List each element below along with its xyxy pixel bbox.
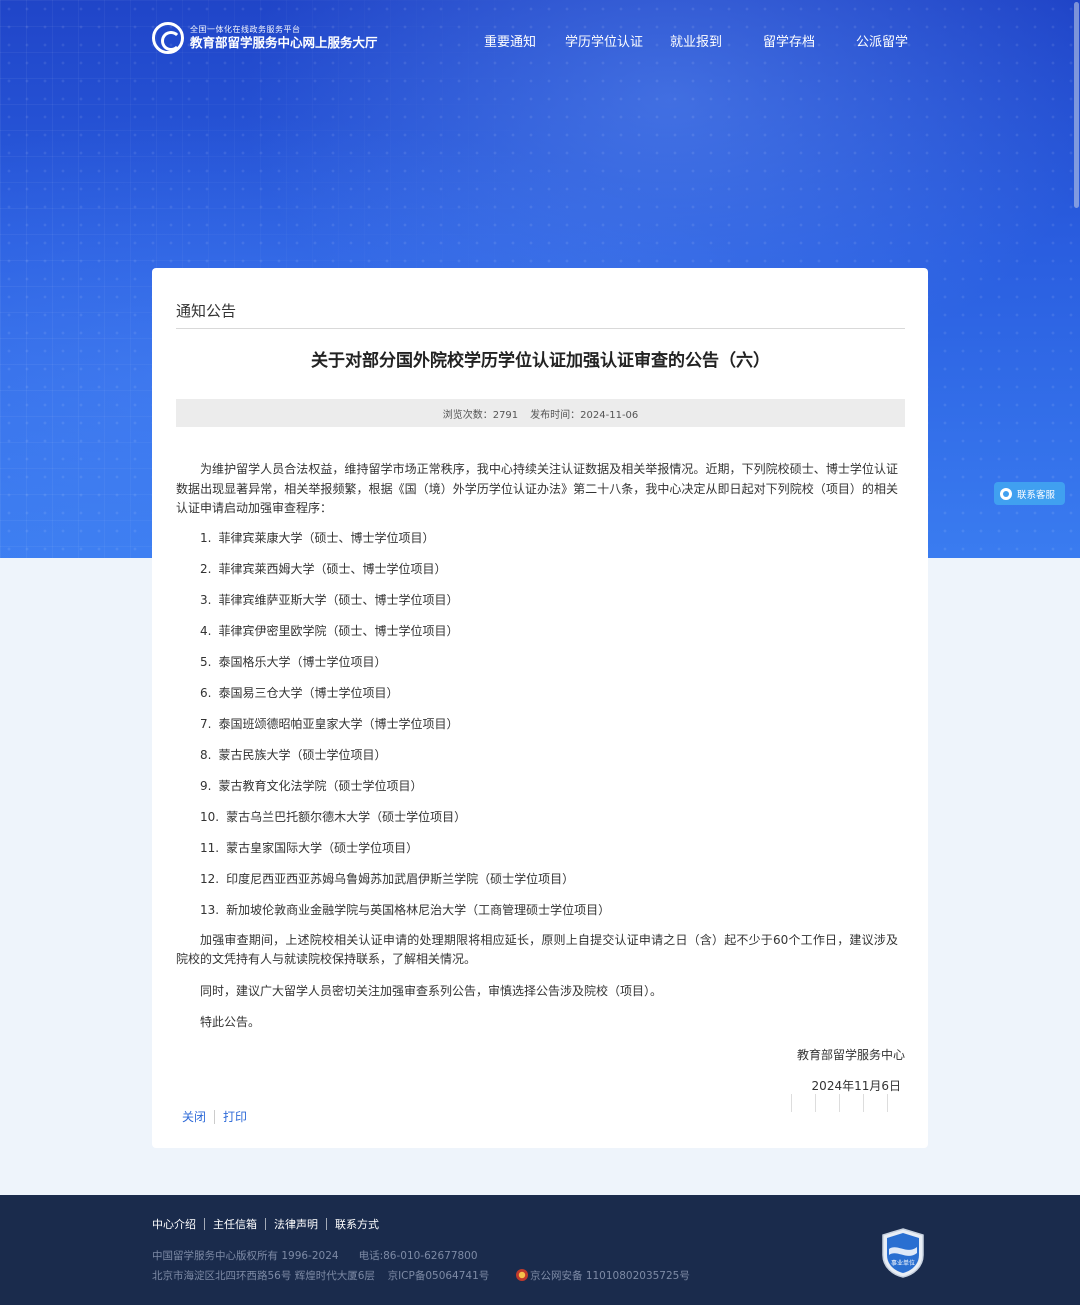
footer-copyright: 中国留学服务中心版权所有 1996-2024: [152, 1250, 339, 1262]
contact-label: 联系客服: [1017, 489, 1056, 501]
contact-service-button[interactable]: 联系客服: [994, 482, 1065, 505]
nav-employment-report[interactable]: 就业报到: [670, 31, 722, 50]
nav-study-archive[interactable]: 留学存档: [763, 31, 815, 50]
school-list-item: 8. 蒙古民族大学（硕士学位项目）: [176, 745, 898, 776]
site-footer: 中心介绍 主任信箱 法律声明 联系方式 中国留学服务中心版权所有 1996-20…: [0, 1195, 1080, 1305]
public-institution-shield-icon[interactable]: 事业单位: [881, 1227, 925, 1279]
list-item-number: 6.: [200, 685, 212, 700]
signature-marks: [791, 1094, 911, 1112]
school-list-item: 13. 新加坡伦敦商业金融学院与英国格林尼治大学（工商管理硕士学位项目）: [176, 900, 898, 931]
list-item-number: 12.: [200, 871, 220, 886]
list-item-number: 5.: [200, 654, 212, 669]
school-list-item: 6. 泰国易三仓大学（博士学位项目）: [176, 683, 898, 714]
nav-degree-verification[interactable]: 学历学位认证: [565, 31, 643, 50]
footer-phone: 电话:86-010-62677800: [358, 1250, 478, 1262]
footer-divider: [326, 1218, 327, 1230]
list-item-number: 11.: [200, 840, 220, 855]
notice-body: 为维护留学人员合法权益，维持留学市场正常秩序，我中心持续关注认证数据及相关举报情…: [176, 460, 898, 1032]
school-list-item: 1. 菲律宾莱康大学（硕士、博士学位项目）: [176, 528, 898, 559]
list-item-text: 新加坡伦敦商业金融学院与英国格林尼治大学（工商管理硕士学位项目）: [226, 902, 611, 917]
footer-link-director-mailbox[interactable]: 主任信箱: [213, 1216, 257, 1232]
school-list-item: 10. 蒙古乌兰巴托额尔德木大学（硕士学位项目）: [176, 807, 898, 838]
logo-icon: [152, 22, 184, 54]
school-list-item: 2. 菲律宾莱西姆大学（硕士、博士学位项目）: [176, 559, 898, 590]
date-label: 发布时间：: [530, 409, 581, 421]
footer-police-record[interactable]: 京公网安备 11010802035725号: [530, 1270, 690, 1282]
signature-date: 2024年11月6日: [811, 1079, 901, 1093]
logo-subtitle: 全国一体化在线政务服务平台: [190, 25, 301, 35]
school-list-item: 3. 菲律宾维萨亚斯大学（硕士、博士学位项目）: [176, 590, 898, 621]
list-item-number: 7.: [200, 716, 212, 731]
list-item-number: 1.: [200, 530, 212, 545]
site-header: 全国一体化在线政务服务平台 教育部留学服务中心网上服务大厅 重要通知 学历学位认…: [0, 0, 1080, 80]
print-link[interactable]: 打印: [223, 1108, 247, 1125]
school-list-item: 11. 蒙古皇家国际大学（硕士学位项目）: [176, 838, 898, 869]
list-item-number: 9.: [200, 778, 212, 793]
footer-divider: [204, 1218, 205, 1230]
logo-title: 教育部留学服务中心网上服务大厅: [190, 35, 378, 51]
school-list-item: 7. 泰国班颂德昭帕亚皇家大学（博士学位项目）: [176, 714, 898, 745]
footer-divider: [265, 1218, 266, 1230]
footer-links: 中心介绍 主任信箱 法律声明 联系方式: [152, 1216, 379, 1232]
review-period-paragraph: 加强审查期间，上述院校相关认证申请的处理期限将相应延长，原则上自提交认证申请之日…: [176, 932, 898, 967]
list-item-number: 8.: [200, 747, 212, 762]
notice-card: 通知公告 关于对部分国外院校学历学位认证加强认证审查的公告（六） 浏览次数：27…: [152, 268, 928, 1148]
list-item-text: 泰国易三仓大学（博士学位项目）: [218, 685, 399, 700]
headset-icon: [1000, 487, 1012, 500]
footer-link-contact[interactable]: 联系方式: [335, 1216, 379, 1232]
intro-paragraph: 为维护留学人员合法权益，维持留学市场正常秩序，我中心持续关注认证数据及相关举报情…: [176, 462, 898, 515]
school-list: 1. 菲律宾莱康大学（硕士、博士学位项目） 2. 菲律宾莱西姆大学（硕士、博士学位项目…: [176, 528, 898, 931]
footer-copyright-line: 中国留学服务中心版权所有 1996-2024 电话:86-010-62677800: [152, 1248, 478, 1263]
date-meta: 发布时间：2024-11-06: [530, 406, 638, 421]
views-label: 浏览次数：: [442, 409, 493, 421]
publish-date: 2024-11-06: [580, 409, 639, 421]
section-title: 通知公告: [176, 302, 237, 320]
list-item-text: 蒙古乌兰巴托额尔德木大学（硕士学位项目）: [226, 809, 467, 824]
list-item-text: 菲律宾莱康大学（硕士、博士学位项目）: [218, 530, 435, 545]
list-item-number: 4.: [200, 623, 212, 638]
notice-meta-bar: 浏览次数：2791 发布时间：2024-11-06: [176, 399, 905, 427]
footer-address-line: 北京市海淀区北四环西路56号 辉煌时代大厦6层 京ICP备05064741号 京…: [152, 1268, 690, 1283]
nav-important-notice[interactable]: 重要通知: [484, 31, 536, 50]
advice-paragraph: 同时，建议广大留学人员密切关注加强审查系列公告，审慎选择公告涉及院校（项目）。: [200, 983, 663, 998]
notice-actions: 关闭 打印: [182, 1108, 247, 1125]
footer-icp[interactable]: 京ICP备05064741号: [388, 1270, 490, 1282]
list-item-text: 菲律宾维萨亚斯大学（硕士、博士学位项目）: [218, 592, 459, 607]
school-list-item: 12. 印度尼西亚西亚苏姆乌鲁姆苏加武眉伊斯兰学院（硕士学位项目）: [176, 869, 898, 900]
nav-government-sponsored[interactable]: 公派留学: [856, 31, 908, 50]
signature-organization: 教育部留学服务中心: [796, 1048, 905, 1062]
logo-text: 全国一体化在线政务服务平台 教育部留学服务中心网上服务大厅: [190, 25, 378, 51]
list-item-text: 印度尼西亚西亚苏姆乌鲁姆苏加武眉伊斯兰学院（硕士学位项目）: [226, 871, 575, 886]
footer-link-about[interactable]: 中心介绍: [152, 1216, 196, 1232]
list-item-number: 3.: [200, 592, 212, 607]
school-list-item: 4. 菲律宾伊密里欧学院（硕士、博士学位项目）: [176, 621, 898, 652]
list-item-text: 菲律宾莱西姆大学（硕士、博士学位项目）: [218, 561, 447, 576]
list-item-text: 蒙古皇家国际大学（硕士学位项目）: [226, 840, 419, 855]
closing-paragraph: 特此公告。: [200, 1014, 261, 1029]
close-link[interactable]: 关闭: [182, 1108, 206, 1125]
list-item-number: 2.: [200, 561, 212, 576]
section-divider: [176, 328, 905, 329]
views-count: 2791: [492, 409, 519, 421]
list-item-number: 10.: [200, 809, 220, 824]
action-divider: [214, 1109, 216, 1124]
shield-label: 事业单位: [891, 1259, 915, 1267]
list-item-text: 泰国班颂德昭帕亚皇家大学（博士学位项目）: [218, 716, 459, 731]
site-logo[interactable]: 全国一体化在线政务服务平台 教育部留学服务中心网上服务大厅: [152, 22, 378, 54]
school-list-item: 9. 蒙古教育文化法学院（硕士学位项目）: [176, 776, 898, 807]
footer-address: 北京市海淀区北四环西路56号 辉煌时代大厦6层: [152, 1270, 375, 1282]
views-meta: 浏览次数：2791: [443, 406, 518, 421]
list-item-number: 13.: [200, 902, 220, 917]
police-badge-icon: [515, 1269, 528, 1281]
footer-link-legal[interactable]: 法律声明: [274, 1216, 318, 1232]
notice-title: 关于对部分国外院校学历学位认证加强认证审查的公告（六）: [311, 351, 770, 371]
school-list-item: 5. 泰国格乐大学（博士学位项目）: [176, 652, 898, 683]
list-item-text: 菲律宾伊密里欧学院（硕士、博士学位项目）: [218, 623, 459, 638]
list-item-text: 泰国格乐大学（博士学位项目）: [218, 654, 387, 669]
scrollbar-thumb[interactable]: [1074, 2, 1079, 208]
list-item-text: 蒙古民族大学（硕士学位项目）: [218, 747, 387, 762]
list-item-text: 蒙古教育文化法学院（硕士学位项目）: [218, 778, 423, 793]
